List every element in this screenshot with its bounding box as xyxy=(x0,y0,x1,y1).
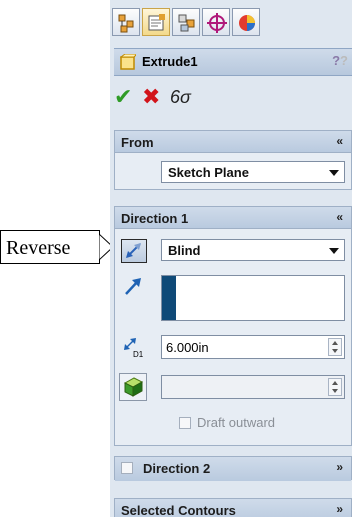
end-condition-select[interactable]: Blind xyxy=(161,239,345,261)
dimxpert-icon xyxy=(207,13,227,33)
extrude-feature-icon xyxy=(120,54,136,70)
feature-manager-icon xyxy=(118,14,134,33)
expand-icon: » xyxy=(336,502,343,516)
draft-toggle-button[interactable] xyxy=(119,373,147,401)
depth-input[interactable]: 6.000in xyxy=(161,335,345,359)
expand-icon: » xyxy=(336,460,343,474)
collapse-icon: « xyxy=(336,134,343,148)
selection-color-bar xyxy=(162,276,176,320)
feature-title-bar: Extrude1 ?? xyxy=(114,48,352,76)
dropdown-arrow-icon xyxy=(329,170,339,176)
draft-angle-spinner[interactable] xyxy=(328,378,342,396)
help-icon[interactable]: ?? xyxy=(332,53,348,68)
draft-angle-input[interactable] xyxy=(161,375,345,399)
depth-value: 6.000in xyxy=(166,340,209,355)
selected-contours-header[interactable]: Selected Contours » xyxy=(115,499,351,517)
direction-vector-button[interactable] xyxy=(121,275,147,299)
callout-label: Reverse xyxy=(6,237,71,259)
from-group-header[interactable]: From « xyxy=(115,131,351,153)
dropdown-arrow-icon xyxy=(329,248,339,254)
reverse-direction-icon xyxy=(126,243,141,258)
property-manager-panel: Extrude1 ?? ✔ ✖ 6σ From « Sketch Plane D… xyxy=(110,0,352,517)
direction2-group-label: Direction 2 xyxy=(143,461,211,476)
detailed-preview-button[interactable]: 6σ xyxy=(170,86,191,108)
selected-contours-label: Selected Contours xyxy=(121,503,236,517)
direction2-checkbox[interactable] xyxy=(121,462,133,474)
configuration-manager-tab[interactable] xyxy=(172,8,200,36)
reverse-direction-button[interactable] xyxy=(121,239,147,263)
from-select[interactable]: Sketch Plane xyxy=(161,161,345,183)
manager-tabs xyxy=(110,8,352,40)
selected-contours-group: Selected Contours » xyxy=(114,498,352,517)
draft-outward-checkbox[interactable] xyxy=(179,417,191,429)
draft-outward-label: Draft outward xyxy=(197,415,276,430)
property-manager-tab[interactable] xyxy=(142,8,170,36)
reverse-callout: Reverse xyxy=(0,230,120,264)
ok-button[interactable]: ✔ xyxy=(114,86,132,108)
from-select-value: Sketch Plane xyxy=(168,165,249,180)
direction2-group: Direction 2 » xyxy=(114,456,352,481)
draft-icon xyxy=(123,377,144,397)
property-manager-icon xyxy=(148,14,165,31)
callout-box: Reverse xyxy=(0,230,100,264)
from-group: From « Sketch Plane xyxy=(114,130,352,190)
end-condition-value: Blind xyxy=(168,243,201,258)
cancel-button[interactable]: ✖ xyxy=(142,86,160,108)
configuration-manager-icon xyxy=(178,14,195,32)
collapse-icon: « xyxy=(336,210,343,224)
direction1-group-header[interactable]: Direction 1 « xyxy=(115,207,351,229)
dimxpert-tab[interactable] xyxy=(202,8,230,36)
display-manager-tab[interactable] xyxy=(232,8,260,36)
direction-arrow-icon xyxy=(125,278,141,295)
svg-text:D1: D1 xyxy=(133,350,144,359)
direction2-group-header[interactable]: Direction 2 » xyxy=(115,457,351,481)
direction1-group: Direction 1 « Blind D1 6.000in Draft out… xyxy=(114,206,352,446)
direction-selection-box[interactable] xyxy=(161,275,345,321)
action-row: ✔ ✖ 6σ xyxy=(114,84,352,112)
depth-spinner[interactable] xyxy=(328,338,342,356)
direction1-group-label: Direction 1 xyxy=(121,211,189,226)
depth-dimension-icon: D1 xyxy=(124,338,144,359)
feature-title: Extrude1 xyxy=(142,54,198,69)
feature-manager-tab[interactable] xyxy=(112,8,140,36)
display-manager-icon xyxy=(239,15,255,31)
depth-icon-button: D1 xyxy=(121,335,147,359)
from-group-label: From xyxy=(121,135,154,150)
